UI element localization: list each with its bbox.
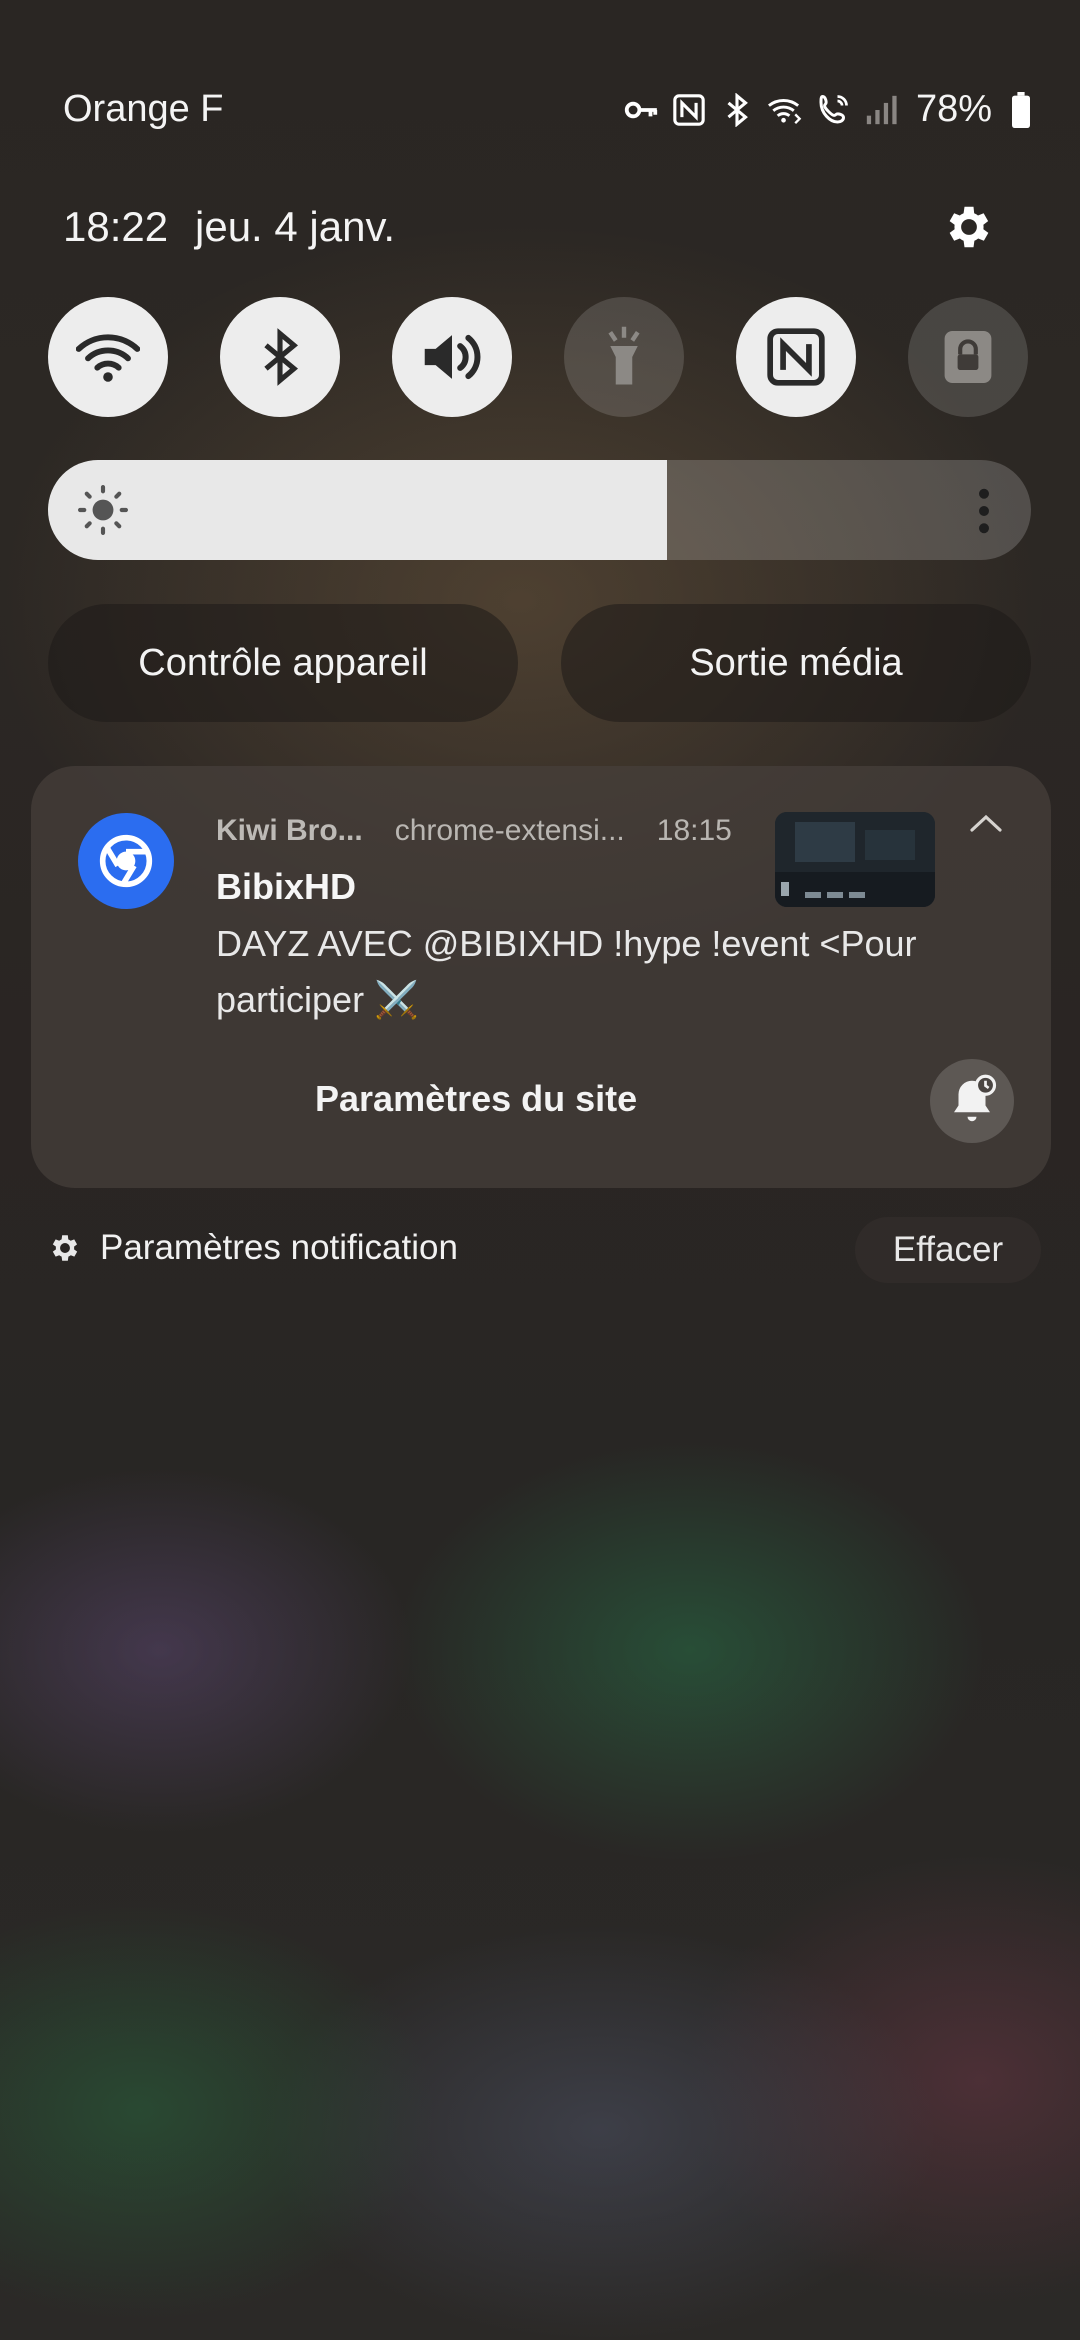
- chrome-icon: [99, 834, 153, 888]
- bluetooth-toggle[interactable]: [220, 297, 340, 417]
- bell-snooze-icon: [954, 1074, 997, 1122]
- settings-button[interactable]: [940, 198, 998, 256]
- snooze-button[interactable]: [930, 1059, 1014, 1143]
- notification-body: DAYZ AVEC @BIBIXHD !hype !event <Pour pa…: [216, 923, 917, 1020]
- speaker-icon: [424, 334, 481, 380]
- gear-icon: [949, 206, 989, 248]
- clear-button[interactable]: Effacer: [855, 1217, 1041, 1283]
- status-icons: 78%: [622, 88, 1040, 131]
- bluetooth-icon: [718, 91, 756, 129]
- brightness-icon: [78, 485, 128, 535]
- flashlight-toggle[interactable]: [564, 297, 684, 417]
- device-control-button[interactable]: Contrôle appareil: [48, 604, 518, 722]
- media-output-button[interactable]: Sortie média: [561, 604, 1031, 722]
- vpn-key-icon: [622, 91, 660, 129]
- more-options-icon[interactable]: [977, 488, 991, 534]
- chrome-app-icon: [78, 813, 174, 909]
- nfc-toggle[interactable]: [736, 297, 856, 417]
- site-settings-button[interactable]: Paramètres du site: [315, 1078, 637, 1120]
- notification-thumbnail: [775, 812, 935, 907]
- carrier-name: Orange F: [63, 88, 224, 130]
- nfc-icon: [670, 91, 708, 129]
- notification-time: 18:15: [656, 814, 732, 847]
- notification-card[interactable]: Kiwi Bro... chrome-extensi... 18:15 Bibi…: [31, 766, 1051, 1188]
- signal-icon: [862, 91, 900, 129]
- collapse-chevron-icon[interactable]: [966, 808, 1006, 838]
- notification-title: BibixHD: [216, 866, 357, 907]
- secure-folder-toggle[interactable]: [908, 297, 1028, 417]
- wifi-calling-icon: [766, 91, 804, 129]
- lock-icon: [944, 331, 992, 383]
- bluetooth-icon: [264, 328, 299, 386]
- wifi-toggle[interactable]: [48, 297, 168, 417]
- notification-settings-link[interactable]: Paramètres notification: [48, 1228, 458, 1268]
- notification-meta: Kiwi Bro... chrome-extensi... 18:15: [216, 814, 732, 848]
- battery-icon: [1002, 91, 1040, 129]
- notification-settings-label: Paramètres notification: [100, 1228, 458, 1267]
- volte-call-icon: [814, 91, 852, 129]
- brightness-fill: [48, 460, 668, 560]
- date-label: jeu. 4 janv.: [195, 203, 396, 250]
- notification-source: chrome-extensi...: [394, 814, 625, 847]
- nfc-icon: [767, 328, 825, 386]
- battery-percentage: 78%: [915, 88, 992, 130]
- wifi-icon: [76, 334, 140, 382]
- brightness-slider[interactable]: [48, 460, 1031, 560]
- sound-toggle[interactable]: [392, 297, 512, 417]
- clock-time: 18:22: [63, 203, 169, 250]
- notification-app-name: Kiwi Bro...: [216, 814, 363, 847]
- flashlight-icon: [608, 326, 640, 385]
- gear-icon: [52, 1235, 78, 1261]
